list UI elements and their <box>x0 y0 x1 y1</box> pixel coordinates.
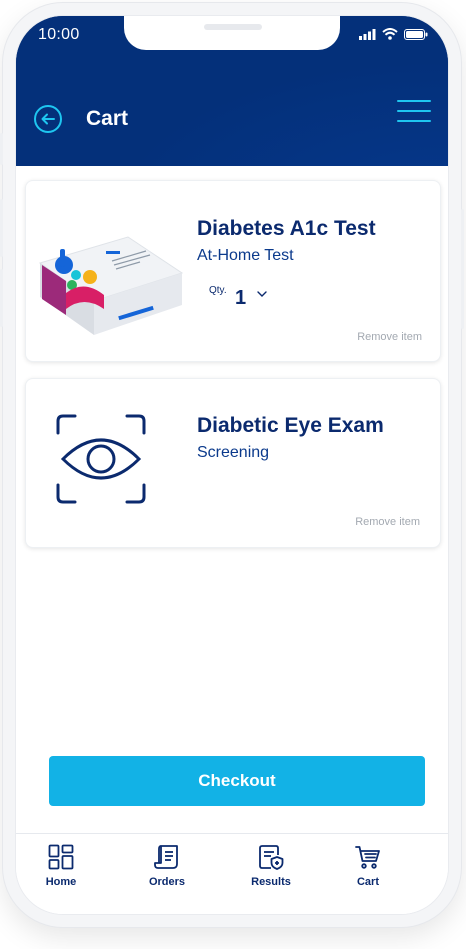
back-arrow-icon[interactable] <box>33 104 63 134</box>
nav-label: Home <box>45 876 77 888</box>
qty-value[interactable]: 1 <box>235 287 246 310</box>
nav-label: Cart <box>356 876 379 888</box>
battery-icon <box>404 28 428 40</box>
menu-line <box>397 100 431 102</box>
notch-speaker <box>204 24 262 30</box>
cart-item-diabetes-a1c: Diabetes A1c Test At-Home Test Qty. 1 Re… <box>25 180 441 362</box>
menu-line <box>397 110 431 112</box>
phone-frame: 10:00 Cart Diabetes A1c Test At-Home Tes… <box>0 3 464 927</box>
chevron-down-icon[interactable] <box>256 289 268 299</box>
nav-item-home[interactable]: Home <box>21 844 101 888</box>
wifi-icon <box>382 28 398 40</box>
phone-volume-up <box>0 199 3 257</box>
nav-item-results[interactable]: Results <box>231 844 311 888</box>
app-header: 10:00 Cart <box>16 16 448 166</box>
status-time: 10:00 <box>38 26 80 43</box>
item-name: Diabetic Eye Exam <box>197 414 384 437</box>
page-title: Cart <box>86 107 129 130</box>
phone-power-button <box>461 209 464 329</box>
grid-icon <box>48 844 74 870</box>
bottom-nav: Home Orders Results Cart <box>16 833 448 914</box>
scroll-icon <box>154 845 178 869</box>
hamburger-menu-icon[interactable] <box>397 100 431 126</box>
item-name: Diabetes A1c Test <box>197 217 376 240</box>
qty-label: Qty. <box>209 285 227 296</box>
test-kit-box-icon <box>38 236 184 335</box>
item-subtitle: Screening <box>197 444 270 461</box>
phone-notch <box>124 16 340 50</box>
cart-item-diabetic-eye-exam: Diabetic Eye Exam Screening Remove item <box>25 378 441 548</box>
document-shield-icon <box>259 845 284 870</box>
eye-scan-icon <box>56 414 146 504</box>
remove-item-link[interactable]: Remove item <box>355 516 420 528</box>
signal-icon <box>359 28 376 40</box>
status-icons <box>359 28 428 40</box>
phone-volume-down <box>0 269 3 327</box>
nav-label: Results <box>251 876 291 888</box>
nav-item-cart[interactable]: Cart <box>328 844 408 888</box>
remove-item-link[interactable]: Remove item <box>357 331 422 343</box>
cart-icon <box>355 846 380 869</box>
checkout-button[interactable]: Checkout <box>49 756 425 806</box>
nav-item-orders[interactable]: Orders <box>127 844 207 888</box>
item-subtitle: At-Home Test <box>197 247 294 264</box>
nav-label: Orders <box>148 876 186 888</box>
menu-line <box>397 120 431 122</box>
phone-screen: 10:00 Cart Diabetes A1c Test At-Home Tes… <box>15 15 449 915</box>
phone-mute-switch <box>0 133 3 165</box>
